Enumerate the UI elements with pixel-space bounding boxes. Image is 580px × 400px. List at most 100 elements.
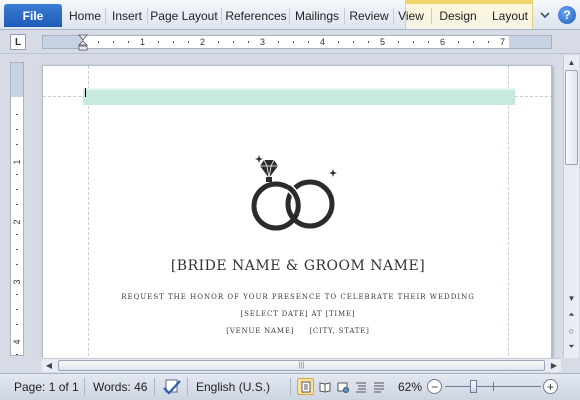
- ruler-tick: [16, 204, 18, 205]
- ruler-top-margin: [11, 63, 23, 97]
- tab-page-layout[interactable]: Page Layout: [149, 4, 219, 28]
- page-count-status[interactable]: Page: 1 of 1: [14, 380, 79, 394]
- ruler-tick: [16, 249, 18, 250]
- ruler-number: 1: [12, 159, 22, 165]
- ruler-tick: [308, 41, 309, 43]
- wedding-rings-icon[interactable]: [248, 154, 348, 236]
- zoom-level-status[interactable]: 62%: [398, 380, 422, 394]
- tab-file[interactable]: File: [4, 4, 62, 27]
- tab-mailings[interactable]: Mailings: [291, 4, 343, 28]
- tab-separator: [393, 8, 394, 24]
- full-screen-reading-view-button[interactable]: [316, 378, 333, 395]
- ruler-tick: [16, 144, 18, 145]
- horizontal-scroll-thumb[interactable]: |||: [58, 360, 545, 371]
- horizontal-scrollbar[interactable]: ◀ ||| ▶: [42, 358, 561, 372]
- ruler-tick: [16, 189, 18, 190]
- ruler-number: 4: [320, 37, 326, 47]
- document-canvas[interactable]: [BRIDE NAME & GROOM NAME] REQUEST THE HO…: [30, 55, 561, 358]
- ruler-tick: [158, 41, 159, 43]
- vertical-scrollbar[interactable]: ▲ ▼ ⏶ ○ ⏷: [563, 55, 579, 358]
- ruler-number: 2: [200, 37, 206, 47]
- outline-icon: [355, 382, 366, 392]
- ruler-tick: [16, 294, 18, 295]
- ruler-tick: [113, 41, 114, 43]
- tab-separator: [147, 8, 148, 24]
- scroll-up-icon[interactable]: ▲: [564, 55, 579, 69]
- ruler-number: 5: [380, 37, 386, 47]
- tab-insert[interactable]: Insert: [107, 4, 147, 28]
- ruler-tick: [353, 41, 354, 43]
- scroll-right-icon[interactable]: ▶: [547, 359, 561, 372]
- scroll-down-icon[interactable]: ▼: [564, 291, 579, 305]
- web-layout-icon: [337, 382, 349, 393]
- ruler-tick: [16, 129, 18, 130]
- tab-separator: [344, 8, 345, 24]
- help-icon[interactable]: ?: [558, 6, 576, 24]
- zoom-in-icon[interactable]: +: [543, 379, 558, 394]
- draft-icon: [373, 382, 384, 392]
- vertical-ruler[interactable]: 1 2 3 4: [10, 62, 24, 356]
- venue-line[interactable]: [VENUE NAME] [CITY, STATE]: [43, 327, 551, 335]
- web-layout-view-button[interactable]: [334, 378, 351, 395]
- date-time-text[interactable]: [SELECT DATE] AT [TIME]: [43, 310, 551, 318]
- ruler-tick: [128, 41, 129, 43]
- text-cursor: [85, 88, 86, 97]
- status-separator: [290, 378, 291, 396]
- ribbon-tab-bar: File Home Insert Page Layout References …: [0, 0, 580, 30]
- print-layout-icon: [301, 381, 310, 392]
- ruler-tick: [16, 309, 18, 310]
- ruler-number: 1: [140, 37, 146, 47]
- proofing-check-icon[interactable]: [162, 378, 182, 396]
- previous-page-icon[interactable]: ⏶: [564, 308, 579, 322]
- tab-view[interactable]: View: [395, 4, 427, 28]
- ruler-left-margin: [43, 36, 83, 48]
- zoom-slider-thumb[interactable]: [470, 380, 477, 393]
- ruler-number: 6: [440, 37, 446, 47]
- draft-view-button[interactable]: [370, 378, 387, 395]
- ruler-tick: [398, 41, 399, 43]
- word-count-status[interactable]: Words: 46: [93, 380, 147, 394]
- chevron-down-icon[interactable]: [538, 8, 552, 22]
- ruler-tick: [338, 41, 339, 43]
- venue-name-text[interactable]: [VENUE NAME]: [226, 327, 294, 335]
- ruler-number: 3: [12, 279, 22, 285]
- invitation-request-text[interactable]: REQUEST THE HONOR OF YOUR PRESENCE TO CE…: [43, 293, 551, 301]
- ruler-tick: [458, 41, 459, 43]
- header-color-band[interactable]: [83, 88, 515, 105]
- tab-design[interactable]: Design: [436, 4, 480, 28]
- zoom-out-icon[interactable]: −: [427, 379, 442, 394]
- couple-names-heading[interactable]: [BRIDE NAME & GROOM NAME]: [43, 258, 551, 274]
- ruler-tick: [413, 41, 414, 43]
- ruler-tick: [16, 324, 18, 325]
- horizontal-ruler[interactable]: 1 2 3 4 5 6 7: [42, 35, 552, 49]
- tab-stop-selector[interactable]: L: [10, 34, 26, 50]
- ruler-tick: [278, 41, 279, 43]
- book-icon: [319, 381, 330, 393]
- indent-marker-icon[interactable]: [78, 30, 88, 52]
- tab-layout[interactable]: Layout: [488, 4, 532, 28]
- status-separator: [187, 378, 188, 396]
- tab-review[interactable]: Review: [346, 4, 392, 28]
- ruler-right-margin: [509, 36, 551, 48]
- ruler-tick: [16, 234, 18, 235]
- print-layout-view-button[interactable]: [297, 378, 314, 395]
- next-page-icon[interactable]: ⏷: [564, 340, 579, 354]
- tab-references[interactable]: References: [223, 4, 289, 28]
- zoom-center-tick: [493, 382, 494, 391]
- tab-separator: [289, 8, 290, 24]
- scroll-left-icon[interactable]: ◀: [42, 359, 56, 372]
- ruler-tick: [16, 174, 18, 175]
- ruler-tick: [248, 41, 249, 43]
- city-state-text[interactable]: [CITY, STATE]: [309, 327, 369, 335]
- tab-separator: [221, 8, 222, 24]
- language-status[interactable]: English (U.S.): [196, 380, 270, 394]
- tab-home[interactable]: Home: [66, 4, 104, 28]
- tab-separator: [105, 8, 106, 24]
- browse-object-icon[interactable]: ○: [564, 324, 579, 338]
- ruler-tick: [188, 41, 189, 43]
- ruler-number: 4: [12, 339, 22, 345]
- status-bar: Page: 1 of 1 Words: 46 English (U.S.) 62…: [0, 373, 580, 400]
- vertical-scroll-thumb[interactable]: [565, 70, 578, 165]
- outline-view-button[interactable]: [352, 378, 369, 395]
- document-page[interactable]: [BRIDE NAME & GROOM NAME] REQUEST THE HO…: [42, 65, 552, 358]
